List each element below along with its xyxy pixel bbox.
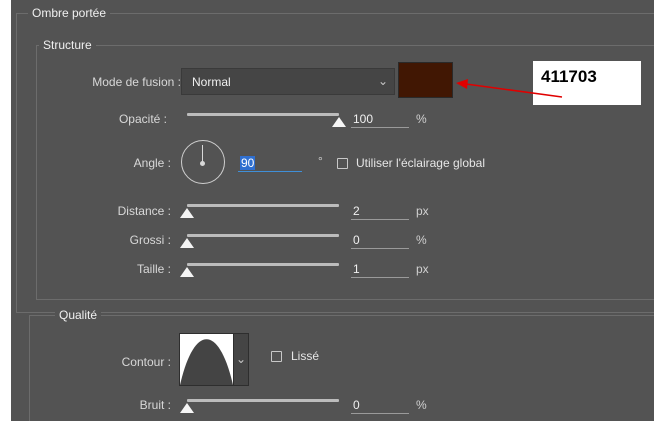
opacity-unit: % bbox=[416, 112, 427, 126]
contour-label: Contour : bbox=[121, 355, 171, 369]
distance-input[interactable]: 2 bbox=[351, 203, 409, 220]
noise-label: Bruit : bbox=[139, 398, 171, 412]
blend-mode-label: Mode de fusion : bbox=[92, 75, 181, 89]
quality-title: Qualité bbox=[55, 308, 102, 322]
size-unit: px bbox=[416, 262, 429, 276]
spread-label: Grossi : bbox=[129, 233, 171, 247]
angle-dial-icon[interactable] bbox=[181, 140, 225, 184]
spread-unit: % bbox=[416, 233, 427, 247]
distance-unit: px bbox=[416, 204, 429, 218]
contour-dropdown-button[interactable]: ⌄ bbox=[233, 333, 249, 386]
distance-slider-track[interactable] bbox=[187, 204, 339, 207]
antialias-label[interactable]: Lissé bbox=[291, 348, 319, 364]
blend-mode-value: Normal bbox=[192, 75, 231, 89]
angle-label: Angle : bbox=[133, 156, 171, 170]
angle-unit: ° bbox=[318, 154, 323, 168]
angle-value: 90 bbox=[240, 156, 256, 170]
shadow-color-swatch[interactable] bbox=[398, 62, 453, 98]
global-light-checkbox[interactable] bbox=[337, 158, 348, 169]
opacity-input[interactable]: 100 bbox=[351, 111, 409, 128]
blend-mode-select[interactable]: Normal ⌄ bbox=[181, 68, 395, 95]
global-light-label[interactable]: Utiliser l'éclairage global bbox=[356, 155, 485, 171]
drop-shadow-title: Ombre portée bbox=[28, 6, 111, 20]
opacity-slider-thumb[interactable] bbox=[332, 117, 346, 127]
noise-slider-track[interactable] bbox=[187, 399, 339, 402]
distance-label: Distance : bbox=[117, 204, 171, 218]
contour-curve-graphic bbox=[180, 339, 233, 385]
spread-slider-track[interactable] bbox=[187, 234, 339, 237]
noise-unit: % bbox=[416, 398, 427, 412]
chevron-down-icon: ⌄ bbox=[235, 352, 247, 366]
chevron-down-icon: ⌄ bbox=[377, 74, 388, 88]
structure-title: Structure bbox=[39, 38, 96, 52]
size-slider-track[interactable] bbox=[187, 263, 339, 266]
distance-slider-thumb[interactable] bbox=[180, 208, 194, 218]
antialias-checkbox[interactable] bbox=[271, 351, 282, 362]
size-input[interactable]: 1 bbox=[351, 261, 409, 278]
color-hex-annotation: 411703 bbox=[533, 61, 641, 105]
spread-slider-thumb[interactable] bbox=[180, 238, 194, 248]
angle-dial-center bbox=[200, 161, 205, 166]
opacity-slider-track[interactable] bbox=[187, 113, 339, 116]
angle-input[interactable]: 90 bbox=[238, 155, 302, 172]
contour-curve-icon[interactable] bbox=[179, 333, 234, 386]
noise-slider-thumb[interactable] bbox=[180, 403, 194, 413]
spread-input[interactable]: 0 bbox=[351, 232, 409, 249]
size-slider-thumb[interactable] bbox=[180, 267, 194, 277]
opacity-label: Opacité : bbox=[118, 112, 167, 126]
noise-input[interactable]: 0 bbox=[351, 397, 409, 414]
color-hex-annotation-text: 411703 bbox=[541, 67, 597, 86]
size-label: Taille : bbox=[136, 262, 171, 276]
